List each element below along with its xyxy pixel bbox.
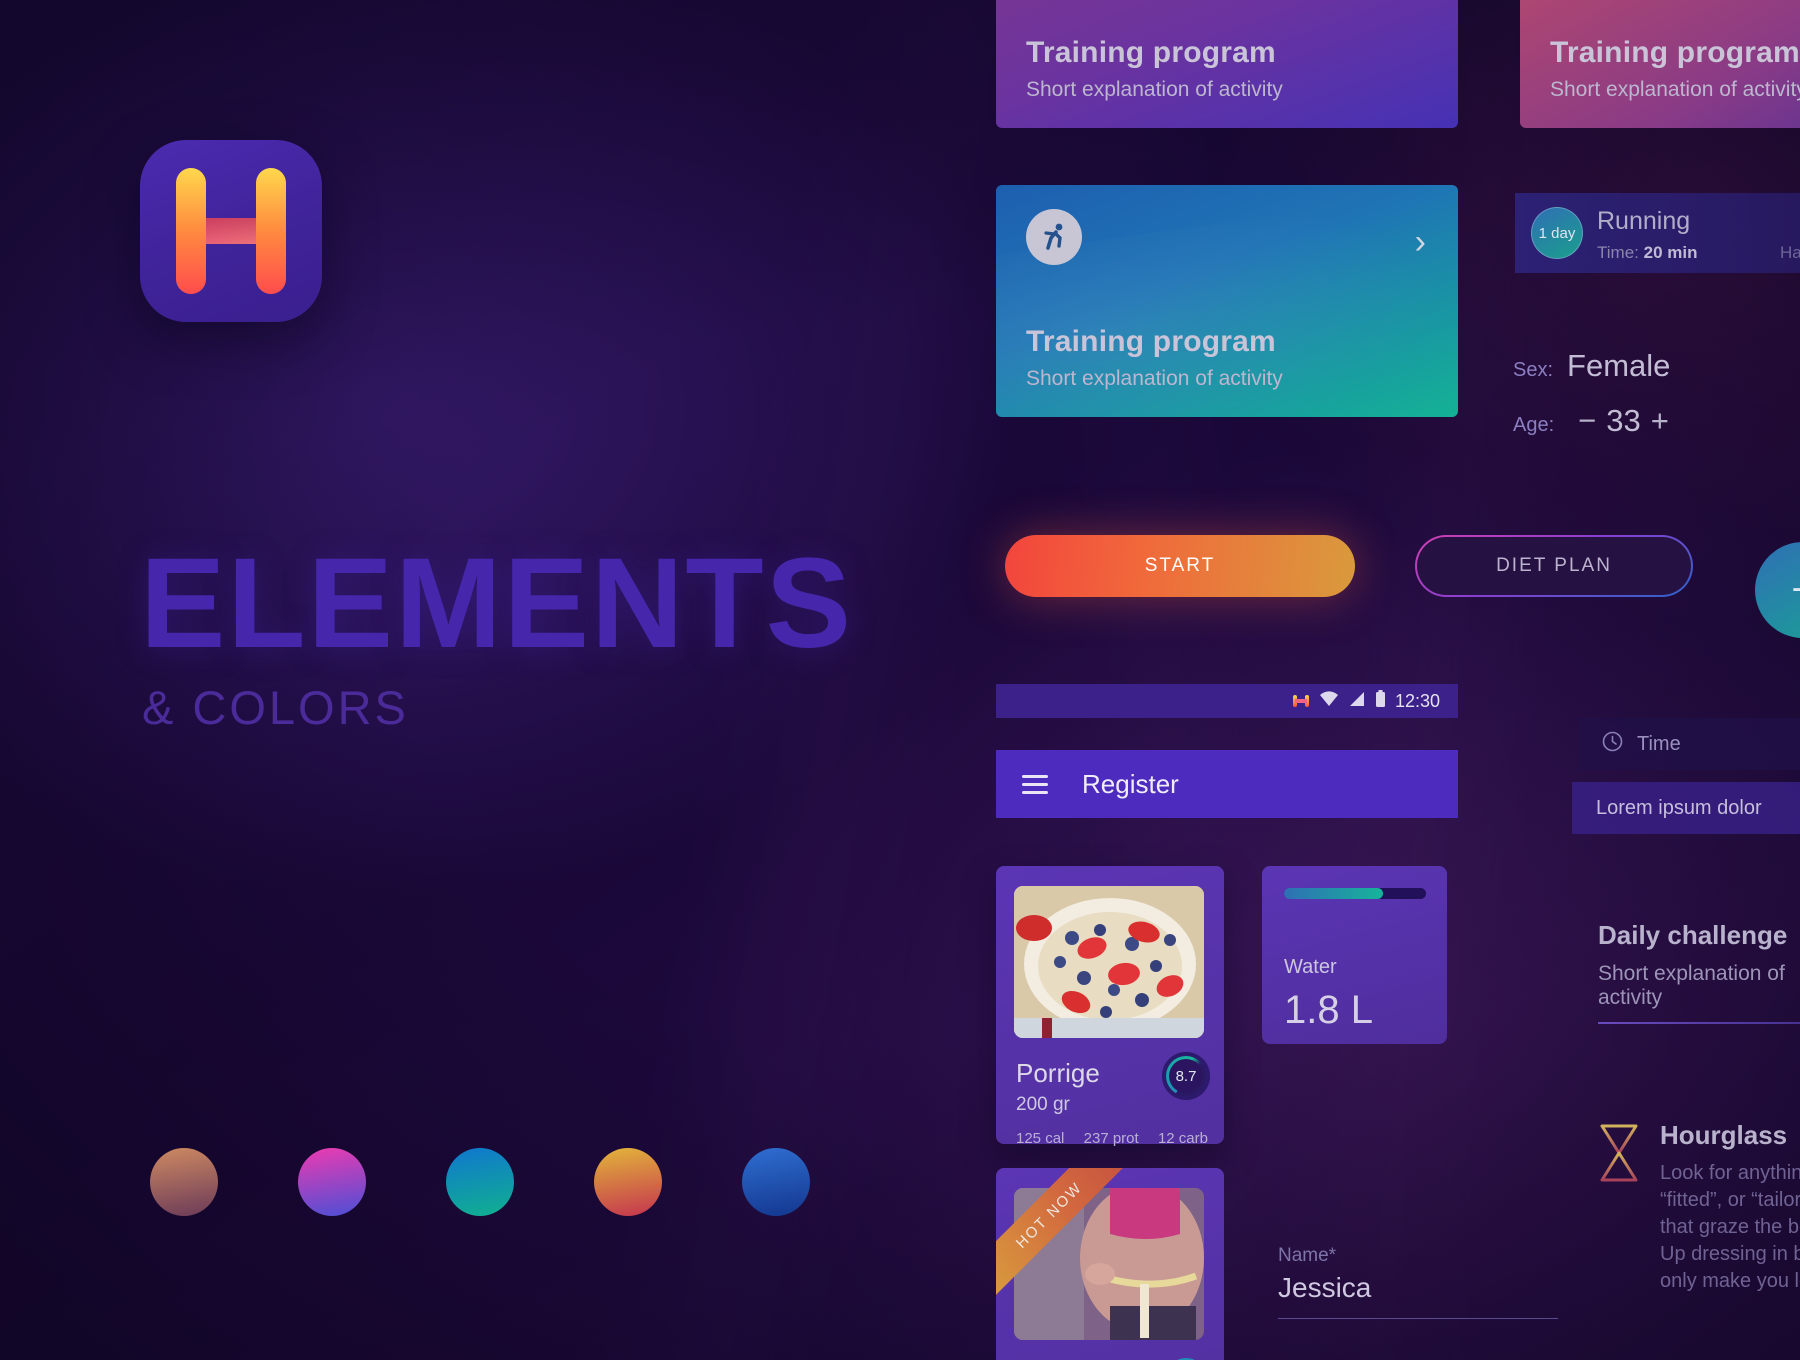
diet-plan-button-label: DIET PLAN [1417,537,1691,595]
dumbbell-plate-left [176,168,206,294]
name-field-value[interactable]: Jessica [1278,1272,1371,1304]
activity-row-running[interactable]: 1 day Running Time: 20 min Hardness: [1515,193,1800,273]
food-stat-protein: 237 prot [1083,1130,1139,1147]
activity-name: Running [1597,207,1691,235]
hamburger-icon[interactable] [1022,770,1048,799]
daily-challenge-title: Daily challenge [1598,920,1788,950]
food-name: Porrige [1016,1058,1100,1088]
training-program-card-top-right[interactable]: Training program Short explanation of ac… [1520,0,1800,128]
phone-app-bar: Register [996,750,1458,818]
status-bar-time: 12:30 [1394,690,1440,711]
battery-icon [1375,690,1386,712]
water-label: Water [1284,956,1337,978]
start-button[interactable]: START [1005,535,1355,597]
chevron-right-icon[interactable]: › [1415,225,1426,259]
time-input-placeholder: Time [1637,732,1681,755]
age-increment-button[interactable]: + [1641,403,1679,438]
time-input-field[interactable]: Time [1578,718,1800,770]
water-progress-track [1284,888,1426,899]
app-logo-tile [140,140,322,322]
color-swatch [742,1148,810,1216]
dumbbell-plate-right [256,168,286,294]
color-swatch [594,1148,662,1216]
daily-challenge-divider [1598,1022,1800,1024]
clock-icon [1602,731,1623,757]
food-photo [1014,886,1204,1038]
food-card-porrige[interactable]: Porrige 200 gr 8.7 125 cal 237 prot 12 c… [996,866,1224,1147]
daily-challenge-subtitle: Short explanation of activity [1598,962,1785,1009]
diet-plan-button[interactable]: DIET PLAN [1415,535,1693,597]
phone-status-bar: 12:30 [996,684,1458,718]
water-tracker-card[interactable]: Water 1.8 L [1262,866,1447,1044]
age-label: Age: [1513,414,1555,436]
lorem-input-value: Lorem ipsum dolor [1596,796,1762,819]
training-program-card-top[interactable]: Training program Short explanation of ac… [996,0,1458,128]
color-swatch [150,1148,218,1216]
page-subtitle: & COLORS [142,681,409,734]
age-decrement-button[interactable]: − [1568,403,1606,438]
activity-time: Time: 20 min [1597,243,1697,263]
age-stepper[interactable]: Age: − 33 + [1513,403,1679,439]
card-subtitle: Short explanation of activity [1550,78,1800,101]
card-subtitle: Short explanation of activity [1026,367,1283,390]
color-swatch-row [150,1148,810,1216]
signal-icon [1348,691,1366,712]
page-title: ELEMENTS [140,532,853,675]
plan-card-hot-now[interactable]: HOT NOW Plan 1 [996,1168,1224,1360]
water-value: 1.8 L [1284,988,1373,1032]
food-score-badge: 8.7 [1166,1056,1206,1096]
activity-duration-badge: 1 day [1531,207,1583,259]
food-stat-calories: 125 cal [1016,1130,1065,1147]
lorem-input-field[interactable]: Lorem ipsum dolor 20. [1572,782,1800,834]
card-subtitle: Short explanation of activity [1026,78,1283,101]
name-field-label: Name* [1278,1245,1337,1266]
age-value: 33 [1606,403,1641,438]
runner-icon [1026,209,1082,265]
wifi-icon [1319,690,1339,712]
branding-panel: ELEMENTS & COLORS [0,0,1000,1360]
hourglass-title: Hourglass [1660,1120,1788,1150]
color-swatch [446,1148,514,1216]
activity-time-label: Time: [1597,243,1639,262]
card-title: Training program [1026,36,1276,69]
food-nutrition-stats: 125 cal 237 prot 12 carb [1016,1130,1208,1147]
name-field-underline [1278,1318,1558,1319]
activity-time-value: 20 min [1643,243,1698,262]
app-icon [1292,693,1310,709]
sex-label: Sex: [1513,359,1554,381]
training-program-card-main[interactable]: › Training program Short explanation of … [996,185,1458,417]
sex-value: Female [1567,348,1671,383]
color-swatch [298,1148,366,1216]
sex-field[interactable]: Sex: Female [1513,348,1670,384]
activity-hardness-label: Hardness: [1780,243,1800,262]
water-progress-fill [1284,888,1384,899]
hourglass-description: Look for anything “fitted”, or “tailored… [1660,1162,1800,1292]
card-title: Training program [1026,325,1276,358]
food-stat-carbs: 12 carb [1157,1130,1208,1147]
hourglass-icon [1596,1122,1642,1189]
food-weight: 200 gr [1016,1094,1070,1115]
card-title: Training program [1550,36,1800,69]
app-bar-title: Register [1082,768,1179,799]
